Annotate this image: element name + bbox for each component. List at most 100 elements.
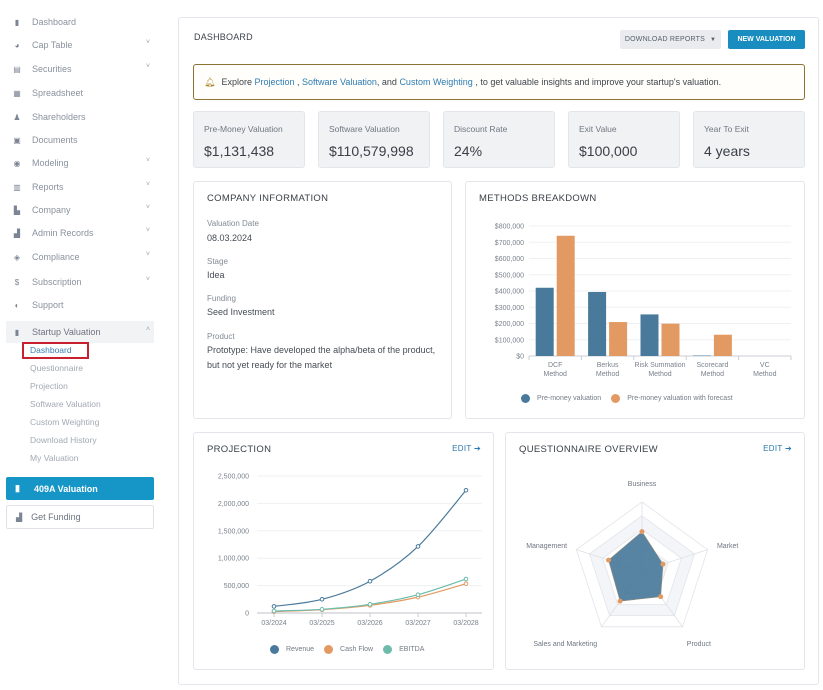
legend-item[interactable]: Pre-money valuation with forecast	[611, 394, 733, 403]
get-funding-button[interactable]: ▟ Get Funding	[6, 505, 154, 529]
bar	[588, 291, 607, 356]
stat-card-pre-money: Pre-Money Valuation $1,131,438	[193, 111, 305, 168]
sidebar-item-documents[interactable]: ▣ Documents	[6, 129, 154, 151]
bell-icon: 🔔︎	[204, 76, 216, 87]
new-valuation-button[interactable]: NEW VALUATION	[728, 30, 805, 49]
field-label: Funding	[207, 294, 236, 303]
methods-bar-chart: $0 $100,000 $200,000 $300,000 $400,000 $500,0…	[495, 224, 792, 378]
funding-chart-icon: ▟	[16, 512, 23, 522]
radar-axis-label: Market	[717, 543, 738, 550]
chevron-down-icon: ˅	[145, 157, 150, 164]
sidebar-item-cap-table[interactable]: ◕ Cap Table ˅	[6, 34, 154, 56]
stat-label: Software Valuation	[329, 124, 400, 134]
sidebar-item-company[interactable]: ▙ Company ˅	[6, 199, 154, 221]
sidebar-item-modeling[interactable]: ◉ Modeling ˅	[6, 152, 154, 174]
x-tick-label: 03/2026	[357, 620, 382, 627]
legend-item[interactable]: Cash Flow	[324, 645, 373, 654]
sidebar-subitem-questionnaire[interactable]: Questionnaire	[30, 363, 83, 373]
field-label: Valuation Date	[207, 219, 259, 228]
sidebar-group-startup-valuation[interactable]: ▮ Startup Valuation ˄	[6, 321, 154, 343]
chevron-down-icon: ˅	[145, 204, 150, 211]
y-tick-label: $200,000	[495, 321, 524, 328]
sidebar-item-label: Reports	[32, 182, 64, 192]
projection-link[interactable]: Projection	[254, 77, 294, 87]
x-tick-label: Method	[753, 371, 776, 378]
sidebar-subitem-custom-weighting[interactable]: Custom Weighting	[30, 417, 99, 427]
legend-label: Pre-money valuation with forecast	[627, 395, 733, 402]
projection-edit-link[interactable]: EDIT ➔	[452, 444, 481, 453]
sidebar-subitem-software-valuation[interactable]: Software Valuation	[30, 399, 101, 409]
card-title: PROJECTION	[207, 444, 272, 455]
y-tick-label: 1,000,000	[218, 556, 249, 563]
sidebar-subitem-projection[interactable]: Projection	[30, 381, 68, 391]
chevron-down-icon: ˅	[145, 227, 150, 234]
sidebar-item-label: Shareholders	[32, 112, 86, 122]
download-reports-button[interactable]: DOWNLOAD REPORTS ▼	[620, 30, 721, 49]
y-tick-label: $500,000	[495, 272, 524, 279]
download-reports-label: DOWNLOAD REPORTS	[624, 36, 705, 43]
sidebar-item-securities[interactable]: ▤ Securities ˅	[6, 58, 154, 80]
sidebar-subitem-my-valuation[interactable]: My Valuation	[30, 453, 79, 463]
data-point	[319, 607, 325, 612]
sidebar-item-label: Dashboard	[32, 17, 77, 27]
y-tick-label: $400,000	[495, 289, 524, 296]
legend-item[interactable]: EBITDA	[383, 645, 424, 654]
sidebar-item-shareholders[interactable]: ♟ Shareholders	[6, 106, 154, 128]
radar-axis-label: Sales and Marketing	[533, 641, 597, 648]
legend-item[interactable]: Pre-money valuation	[521, 394, 601, 403]
y-tick-label: $600,000	[495, 256, 524, 263]
chevron-down-icon: ˅	[145, 181, 150, 188]
spreadsheet-icon: ▦	[13, 88, 21, 98]
software-valuation-link[interactable]: Software Valuation	[302, 77, 377, 87]
banner-text-sep: , and	[376, 77, 400, 87]
x-tick-label: Method	[544, 371, 567, 378]
bar	[556, 235, 575, 356]
sidebar-item-subscription[interactable]: $ Subscription ˅	[6, 271, 154, 293]
pie-chart-icon: ◕	[14, 40, 20, 50]
sidebar-item-label: Subscription	[32, 277, 82, 287]
sidebar-item-label: Company	[32, 205, 71, 215]
card-title: COMPANY INFORMATION	[207, 193, 329, 204]
edit-label: EDIT	[452, 444, 472, 453]
dashboard-icon: ▮	[14, 17, 20, 27]
sidebar-item-support[interactable]: ◐ Support	[6, 294, 154, 316]
sidebar-item-dashboard[interactable]: ▮ Dashboard	[6, 11, 154, 33]
y-tick-label: 2,500,000	[218, 474, 249, 481]
y-tick-label: $0	[516, 354, 524, 361]
legend-item[interactable]: Revenue	[270, 645, 314, 654]
data-point	[271, 604, 277, 609]
y-tick-label: 500,000	[224, 583, 249, 590]
sidebar-item-reports[interactable]: ▥ Reports ˅	[6, 176, 154, 198]
radar-axis-label: Product	[687, 641, 711, 648]
clipboard-icon: ▤	[13, 64, 21, 74]
questionnaire-edit-link[interactable]: EDIT ➔	[763, 444, 792, 453]
building-icon: ▙	[13, 205, 21, 215]
sidebar-item-compliance[interactable]: ◈ Compliance ˅	[6, 246, 154, 268]
lightbulb-icon: ◉	[13, 158, 21, 168]
radar-point	[617, 598, 623, 604]
user-icon: ♟	[13, 112, 21, 122]
sidebar-subitem-download-history[interactable]: Download History	[30, 435, 97, 445]
x-tick-label: Method	[648, 371, 671, 378]
x-tick-label: DCF	[548, 362, 562, 369]
radar-point	[639, 529, 645, 535]
chevron-down-icon: ˅	[145, 276, 150, 283]
data-point	[463, 576, 469, 582]
legend-dot	[521, 394, 530, 403]
409a-valuation-label: 409A Valuation	[34, 483, 98, 494]
409a-valuation-button[interactable]: ▮ 409A Valuation	[6, 477, 154, 500]
custom-weighting-link[interactable]: Custom Weighting	[399, 77, 472, 87]
chevron-down-icon: ˅	[145, 39, 150, 46]
x-tick-label: Scorecard	[696, 362, 728, 369]
y-tick-label: $700,000	[495, 240, 524, 247]
questionnaire-radar-chart: Business Market Product Sales and Marketing…	[526, 481, 738, 648]
sidebar-item-admin-records[interactable]: ▟ Admin Records ˅	[6, 222, 154, 244]
data-point	[463, 487, 469, 493]
company-information-card: COMPANY INFORMATION Valuation Date 08.03…	[193, 181, 452, 419]
field-value: Idea	[207, 270, 225, 280]
main-panel: DASHBOARD DOWNLOAD REPORTS ▼ NEW VALUATI…	[178, 17, 819, 685]
sidebar-item-spreadsheet[interactable]: ▦ Spreadsheet	[6, 82, 154, 104]
data-point	[367, 602, 373, 607]
legend-label: EBITDA	[399, 646, 425, 653]
bar	[713, 334, 732, 356]
